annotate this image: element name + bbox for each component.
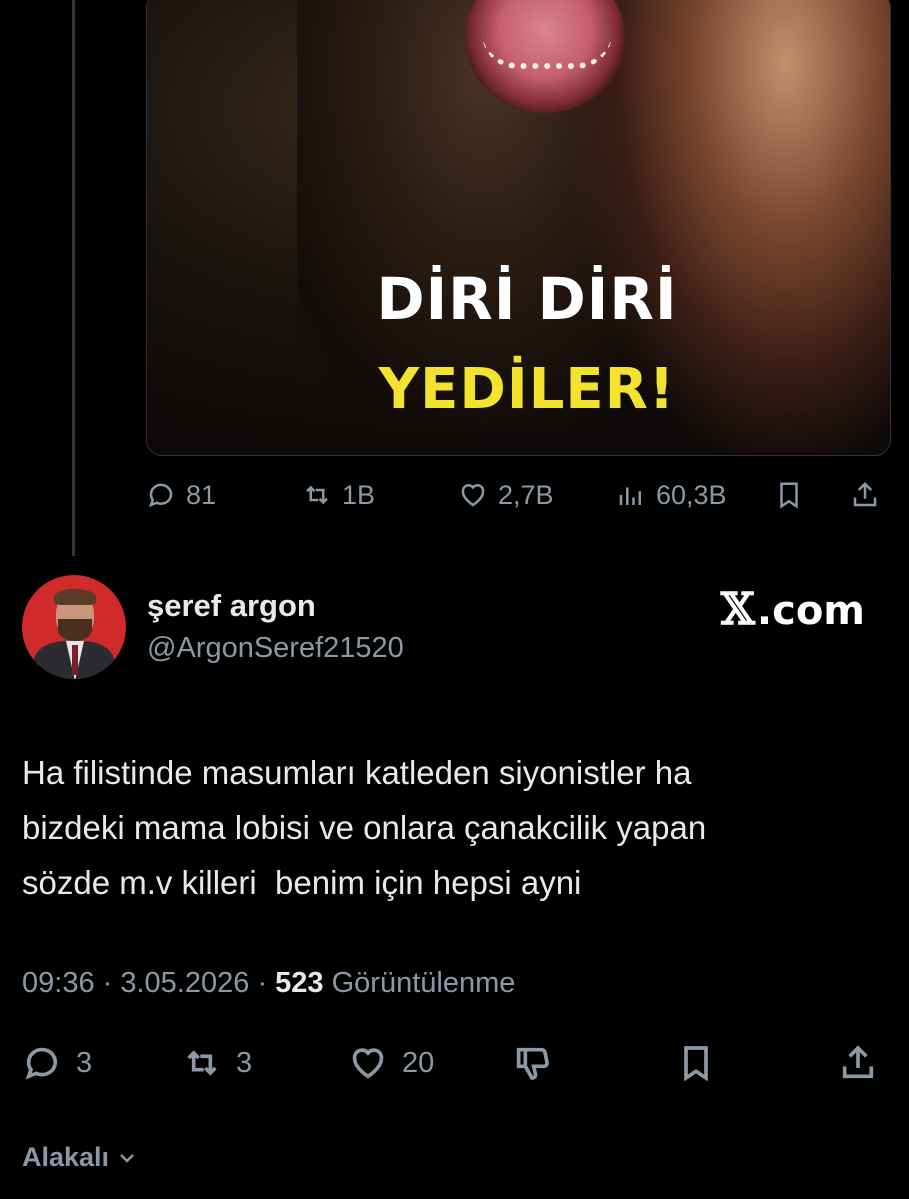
separator-dot: · <box>257 967 276 999</box>
share-button[interactable] <box>850 472 880 518</box>
post-meta: 09:36 · 3.05.2026 · 523 Görüntülenme <box>22 967 515 1000</box>
reply-button[interactable]: 3 <box>22 1038 92 1088</box>
repost-icon <box>187 1050 217 1076</box>
repost-icon <box>306 485 328 505</box>
dog-teeth-graphic <box>482 33 612 69</box>
post-time[interactable]: 09:36 <box>22 967 95 999</box>
separator-dot: · <box>102 967 121 999</box>
views-count: 523 <box>275 967 324 999</box>
avatar-tie <box>72 645 78 675</box>
post-actions: 3 3 20 <box>0 1038 909 1088</box>
thumbs-down-icon <box>516 1047 549 1080</box>
like-count: 2,7B <box>498 479 554 510</box>
x-com-brand: 𝕏.com <box>721 584 865 635</box>
reply-count: 3 <box>76 1046 93 1079</box>
repost-count: 3 <box>236 1046 253 1079</box>
view-count-button[interactable]: 60,3B <box>616 472 727 518</box>
quoted-post-image[interactable]: DİRİ DİRİ YEDİLER! <box>146 0 891 456</box>
sort-replies-dropdown[interactable]: Alakalı <box>22 1142 139 1173</box>
view-count: 60,3B <box>656 479 727 510</box>
bookmark-icon <box>780 482 798 509</box>
repost-count: 1B <box>342 479 376 510</box>
author-name[interactable]: şeref argon <box>147 588 316 624</box>
heart-icon <box>352 1048 384 1079</box>
bookmark-button[interactable] <box>676 1038 716 1088</box>
reply-count-button[interactable]: 81 <box>146 472 216 518</box>
reply-icon <box>25 1047 58 1080</box>
brand-text: .com <box>756 588 865 634</box>
share-icon <box>842 1045 874 1079</box>
bookmark-icon <box>684 1046 708 1082</box>
repost-count-button[interactable]: 1B <box>302 472 375 518</box>
post-date[interactable]: 3.05.2026 <box>120 967 249 999</box>
heart-icon <box>461 484 485 507</box>
author-handle[interactable]: @ArgonSeref21520 <box>147 632 404 665</box>
share-button[interactable] <box>838 1038 878 1088</box>
like-count-button[interactable]: 2,7B <box>458 472 554 518</box>
avatar-hair <box>54 589 96 605</box>
reply-icon <box>148 483 173 508</box>
bar-chart-icon <box>619 487 641 505</box>
post-text-line: Ha filistinde masumları katleden siyonis… <box>22 754 692 791</box>
chevron-down-icon <box>120 1153 134 1163</box>
image-headline-line1: DİRİ DİRİ <box>376 265 678 333</box>
repost-button[interactable]: 3 <box>182 1038 252 1088</box>
downvote-button[interactable] <box>512 1038 552 1088</box>
views-label: Görüntülenme <box>331 967 516 999</box>
x-logo-icon: 𝕏 <box>720 584 755 635</box>
post-text: Ha filistinde masumları katleden siyonis… <box>22 745 882 910</box>
reply-count: 81 <box>186 479 217 510</box>
thread-connector-line <box>72 0 75 556</box>
image-headline-line2: YEDİLER! <box>378 357 676 422</box>
avatar-beard <box>58 619 92 641</box>
like-count: 20 <box>402 1046 435 1079</box>
post-text-line: bizdeki mama lobisi ve onlara çanakcilik… <box>22 809 707 846</box>
avatar[interactable] <box>22 575 126 679</box>
quoted-post-stats: 81 1B 2,7B 60,3B <box>146 472 889 518</box>
share-icon <box>853 481 877 507</box>
bookmark-button[interactable] <box>774 472 804 518</box>
like-button[interactable]: 20 <box>348 1038 434 1088</box>
sort-label: Alakalı <box>22 1142 110 1172</box>
post-text-line: sözde m.v killeri benim için hepsi ayni <box>22 864 582 901</box>
